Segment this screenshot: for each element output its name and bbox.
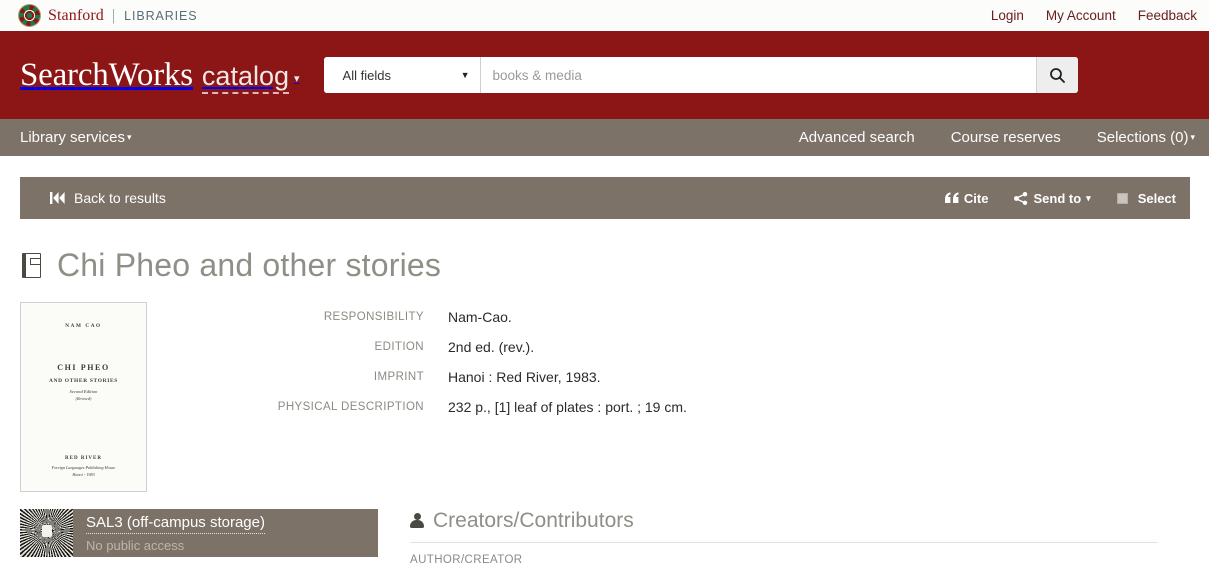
bottom-row: SAL3 (off-campus storage) No public acce… [20,509,1189,566]
share-alt-icon [1014,191,1028,205]
chevron-down-icon: ▾ [127,132,132,142]
secondary-nav: Library services ▾ Advanced search Course… [0,119,1209,156]
record-toolbar-actions: Cite Send to ▾ Select [944,190,1176,206]
select-label: Select [1137,190,1176,206]
masthead: SearchWorks catalog ▾ All fields ▼ [0,31,1209,119]
metadata-row: IMPRINT Hanoi : Red River, 1983. [242,369,687,385]
nav-course-reserves[interactable]: Course reserves [915,129,1061,146]
chevron-down-icon: ▼ [460,70,470,80]
location-status: No public access [86,538,185,553]
stanford-libraries-logo[interactable]: Stanford | LIBRARIES [18,4,198,27]
page-title: Chi Pheo and other stories [22,247,1189,284]
feedback-link[interactable]: Feedback [1138,8,1197,23]
brand-libraries-text: LIBRARIES [124,8,198,23]
searchworks-wordmark: SearchWorks [20,56,193,93]
metadata-row: RESPONSIBILITY Nam-Cao. [242,309,687,325]
cover-publisher-line3: Hanoi - 1983 [72,472,95,477]
cover-subtitle: AND OTHER STORIES [48,378,119,384]
nav-selections[interactable]: Selections (0) ▾ [1061,129,1209,146]
brand-separator: | [111,6,116,24]
author-creator-label: AUTHOR/CREATOR [410,554,523,566]
metadata-value: 2nd ed. (rev.). [448,339,535,355]
metadata-label: RESPONSIBILITY [323,311,424,323]
search-field-select[interactable]: All fields ▼ [323,57,481,93]
record-title-text: Chi Pheo and other stories [57,247,442,283]
search-icon [1049,67,1065,83]
metadata-row: EDITION 2nd ed. (rev.). [242,339,687,355]
checkbox-icon [1116,192,1128,204]
record-main: NAM CAO CHI PHEO AND OTHER STORIES Secon… [20,302,1189,492]
cite-button[interactable]: Cite [944,190,989,206]
back-to-results-label: Back to results [74,190,166,206]
location-card[interactable]: SAL3 (off-campus storage) No public acce… [20,509,378,557]
nav-selections-label: Selections (0) [1096,129,1189,146]
nav-library-services[interactable]: Library services ▾ [20,129,152,146]
creators-contributors-heading: Creators/Contributors [410,509,1189,533]
chevron-down-icon: ▾ [1086,192,1091,203]
chevron-down-icon: ▾ [1190,132,1195,142]
nav-advanced-search[interactable]: Advanced search [763,129,915,146]
send-to-button[interactable]: Send to ▾ [1014,190,1091,206]
metadata-value: 232 p., [1] leaf of plates : port. ; 19 … [448,399,687,415]
metadata-value: Hanoi : Red River, 1983. [448,369,601,385]
metadata-value: Nam-Cao. [448,309,512,325]
fast-backward-icon [50,192,65,204]
cover-author: NAM CAO [65,323,102,329]
metadata-list: RESPONSIBILITY Nam-Cao. EDITION 2nd ed. … [242,302,687,492]
creators-contributors-section: Creators/Contributors AUTHOR/CREATOR [410,509,1189,566]
search-input[interactable] [480,57,1036,93]
cite-label: Cite [963,190,989,206]
book-icon [22,253,41,278]
brand-stanford-text: Stanford [48,6,104,24]
search-form: All fields ▼ [323,57,1078,93]
back-to-results-button[interactable]: Back to results [50,190,166,206]
catalog-selector-label: catalog [201,62,289,94]
location-name-link[interactable]: SAL3 (off-campus storage) [86,514,265,534]
subnav-left: Library services ▾ [20,129,152,146]
my-account-link[interactable]: My Account [1046,8,1116,23]
page-body: Back to results Cite Send to ▾ Select Ch… [0,177,1209,566]
person-icon [410,512,424,530]
metadata-label: IMPRINT [373,371,424,383]
stanford-seal-icon [18,4,41,27]
metadata-label: PHYSICAL DESCRIPTION [277,401,424,413]
cover-publisher: RED RIVER [65,456,102,461]
creators-contributors-title: Creators/Contributors [433,509,634,532]
send-to-label: Send to [1033,190,1082,206]
section-divider [410,542,1158,543]
nav-library-services-label: Library services [20,129,126,146]
cover-publisher-line2: Foreign Languages Publishing House [51,465,116,470]
utility-links: Login My Account Feedback [991,8,1197,23]
utility-bar: Stanford | LIBRARIES Login My Account Fe… [0,0,1209,31]
searchworks-logo[interactable]: SearchWorks catalog ▾ [20,57,300,94]
book-cover-image[interactable]: NAM CAO CHI PHEO AND OTHER STORIES Secon… [20,302,147,492]
search-submit-button[interactable] [1035,57,1078,93]
chevron-down-icon: ▾ [294,72,300,85]
cover-column: NAM CAO CHI PHEO AND OTHER STORIES Secon… [20,302,150,492]
cover-edition-note: (Revised) [75,396,92,401]
select-checkbox[interactable]: Select [1116,190,1176,206]
metadata-label: EDITION [374,341,424,353]
record-toolbar: Back to results Cite Send to ▾ Select [20,177,1190,219]
metadata-row: PHYSICAL DESCRIPTION 232 p., [1] leaf of… [242,399,687,415]
subnav-right: Advanced search Course reserves Selectio… [763,129,1209,146]
library-stacks-photo [20,509,73,557]
cover-title: CHI PHEO [57,363,110,372]
search-field-value: All fields [342,67,391,83]
quote-left-icon [944,192,959,203]
cover-edition: Second Edition [69,389,98,394]
login-link[interactable]: Login [991,8,1024,23]
